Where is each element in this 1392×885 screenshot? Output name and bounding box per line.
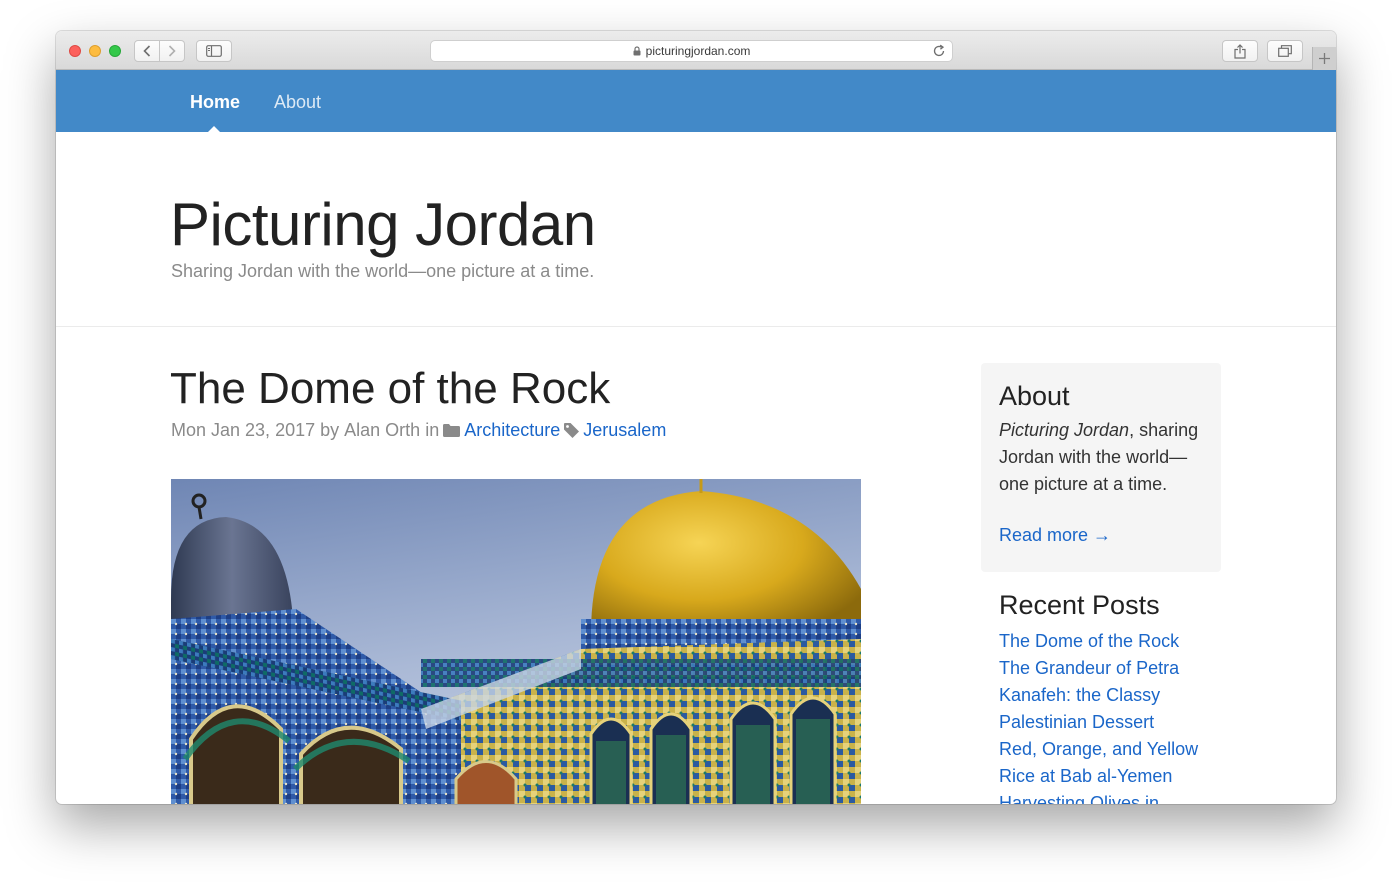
chevron-right-icon	[168, 45, 176, 57]
tabs-icon	[1278, 45, 1292, 57]
recent-post-link[interactable]: The Dome of the Rock	[999, 628, 1229, 655]
share-button[interactable]	[1222, 40, 1258, 62]
recent-post-link[interactable]: Kanafeh: the Classy Palestinian Dessert	[999, 682, 1229, 736]
list-item: Kanafeh: the Classy Palestinian Dessert	[999, 682, 1229, 736]
category-link[interactable]: Architecture	[464, 420, 560, 441]
sidebar-toggle-button[interactable]	[196, 40, 232, 62]
recent-posts-widget: Recent Posts The Dome of the Rock The Gr…	[999, 588, 1229, 804]
share-icon	[1234, 43, 1246, 59]
about-widget: About Picturing Jordan, sharing Jordan w…	[981, 363, 1221, 572]
tabs-overview-button[interactable]	[1267, 40, 1303, 62]
site-header: Picturing Jordan Sharing Jordan with the…	[56, 132, 1336, 327]
site-navbar: Home About	[56, 70, 1336, 133]
post-in-label: in	[425, 420, 440, 440]
nav-about-link[interactable]: About	[274, 92, 321, 113]
site-title: Picturing Jordan	[170, 191, 596, 258]
tag-icon	[564, 423, 580, 438]
post-meta: Mon Jan 23, 2017 by Alan Orth in Archite…	[171, 420, 666, 441]
recent-post-link[interactable]: The Grandeur of Petra	[999, 655, 1229, 682]
post-title[interactable]: The Dome of the Rock	[170, 364, 610, 414]
list-item: The Grandeur of Petra	[999, 655, 1229, 682]
recent-posts-list: The Dome of the Rock The Grandeur of Pet…	[999, 628, 1229, 804]
about-text: Picturing Jordan, sharing Jordan with th…	[999, 417, 1203, 498]
list-item: Red, Orange, and Yellow Rice at Bab al-Y…	[999, 736, 1229, 790]
folder-icon	[443, 424, 461, 437]
list-item: The Dome of the Rock	[999, 628, 1229, 655]
back-button[interactable]	[134, 40, 160, 62]
browser-window: picturingjordan.com Home About Picturing…	[56, 31, 1336, 804]
browser-toolbar: picturingjordan.com	[56, 31, 1336, 70]
reload-icon[interactable]	[932, 44, 946, 61]
recent-posts-heading: Recent Posts	[999, 590, 1160, 620]
about-site-name: Picturing Jordan	[999, 420, 1130, 440]
history-nav	[134, 40, 185, 62]
plus-icon	[1319, 53, 1330, 64]
post-author: Alan Orth	[344, 420, 421, 440]
read-more-link[interactable]: Read more →	[999, 525, 1203, 546]
new-tab-button[interactable]	[1312, 47, 1336, 70]
post-photo-dome-of-the-rock[interactable]	[171, 479, 861, 804]
url-text: picturingjordan.com	[645, 44, 751, 58]
close-window-button[interactable]	[69, 45, 81, 57]
lock-icon	[633, 46, 641, 56]
zoom-window-button[interactable]	[109, 45, 121, 57]
forward-button[interactable]	[159, 40, 185, 62]
list-item: Harvesting Olives in	[999, 790, 1229, 804]
sidebar-icon	[206, 45, 222, 57]
nav-home-link[interactable]: Home	[190, 92, 240, 113]
recent-post-link[interactable]: Red, Orange, and Yellow Rice at Bab al-Y…	[999, 736, 1229, 790]
post-by-label: by	[320, 420, 340, 440]
tag-link[interactable]: Jerusalem	[583, 420, 666, 441]
post-date: Mon Jan 23, 2017	[171, 420, 316, 440]
about-heading: About	[999, 381, 1070, 411]
chevron-left-icon	[143, 45, 150, 57]
site-tagline: Sharing Jordan with the world—one pictur…	[171, 261, 595, 281]
minimize-window-button[interactable]	[89, 45, 101, 57]
address-bar[interactable]: picturingjordan.com	[430, 40, 953, 62]
recent-post-link[interactable]: Harvesting Olives in	[999, 790, 1229, 804]
